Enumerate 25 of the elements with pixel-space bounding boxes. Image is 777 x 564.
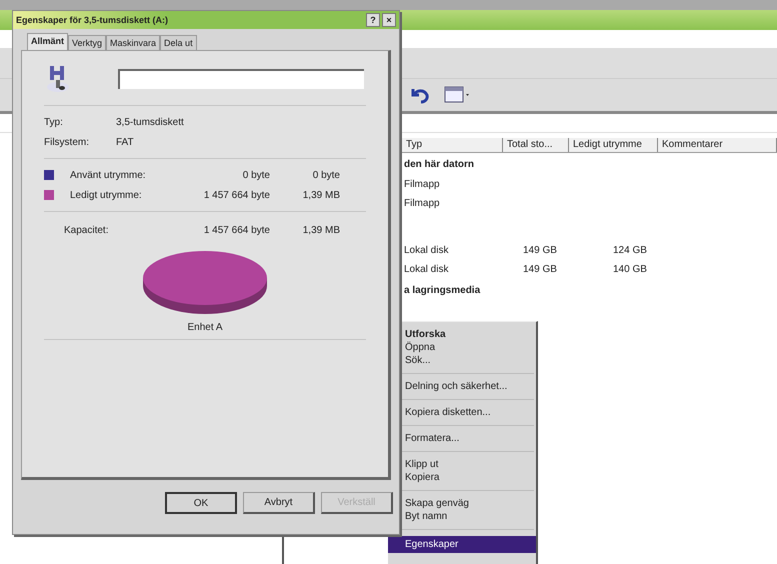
group-heading: a lagringsmedia (403, 284, 482, 296)
size-value: 1,39 MB (302, 190, 340, 200)
byte-count: 0 byte (242, 170, 270, 180)
size-value: 1,39 MB (302, 224, 340, 236)
field-label: Typ: (44, 116, 64, 128)
byte-count: 1 457 664 byte (202, 190, 270, 200)
window-title: Egenskaper för 3,5-tumsdiskett (A:) (16, 15, 170, 25)
table-cell-text: 140 GB (612, 264, 647, 275)
field-value: FAT (116, 136, 134, 148)
table-cell-text: 149 GB (522, 264, 558, 275)
legend-label: Använt utrymme: (70, 170, 147, 180)
byte-count: 1 457 664 byte (202, 224, 270, 236)
size-value: 0 byte (312, 170, 340, 180)
table-cell-text: Lokal disk (403, 264, 450, 275)
group-heading: den här datorn (403, 158, 476, 170)
field-label: Filsystem: (44, 136, 90, 148)
table-cell-text: Filmapp (403, 179, 441, 190)
drive-label: Enhet A (186, 322, 224, 333)
table-cell-text: Filmapp (403, 198, 441, 209)
capacity-label: Kapacitet: (64, 224, 110, 236)
table-cell-text: 124 GB (612, 245, 647, 256)
legend-label: Ledigt utrymme: (70, 190, 143, 200)
field-value: 3,5-tumsdiskett (116, 116, 184, 128)
table-cell-text: Lokal disk (403, 245, 450, 256)
table-cell-text: 149 GB (522, 245, 558, 256)
